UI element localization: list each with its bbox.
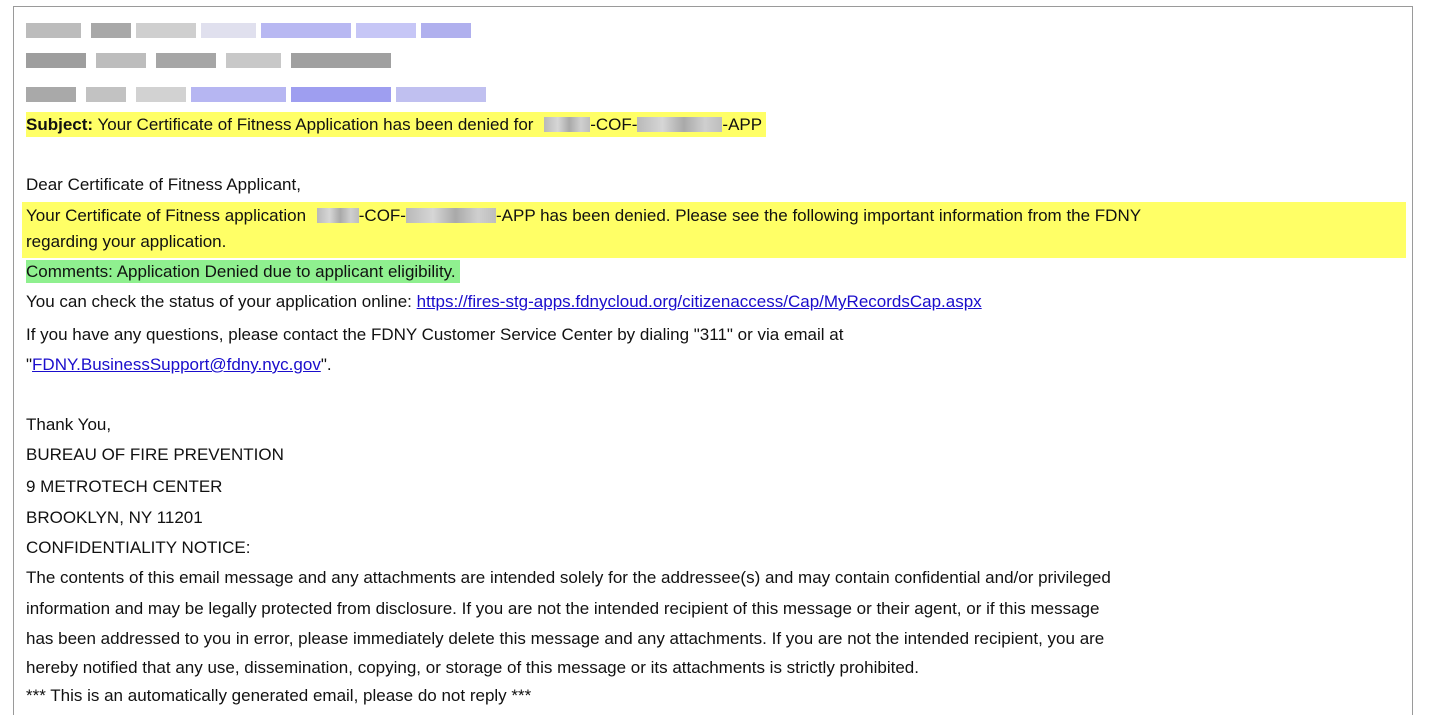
questions-line: If you have any questions, please contac…	[26, 325, 844, 344]
comments-line: Comments: Application Denied due to appl…	[26, 260, 460, 284]
address-line-2: BROOKLYN, NY 11201	[26, 508, 203, 527]
redacted-code	[637, 117, 723, 132]
subject-text: Your Certificate of Fitness Application …	[97, 115, 534, 134]
redacted-code	[316, 208, 359, 223]
bureau-name: BUREAU OF FIRE PREVENTION	[26, 445, 284, 464]
confidentiality-line: information and may be legally protected…	[26, 599, 1100, 618]
email-line: "FDNY.BusinessSupport@fdny.nyc.gov".	[26, 355, 332, 374]
subject-cof: -COF-	[590, 115, 638, 134]
address-line-1: 9 METROTECH CENTER	[26, 477, 223, 496]
confidentiality-line: The contents of this email message and a…	[26, 568, 1111, 587]
confidentiality-line: has been addressed to you in error, plea…	[26, 629, 1105, 648]
subject-line: Subject: Your Certificate of Fitness App…	[26, 112, 767, 137]
status-link[interactable]: https://fires-stg-apps.fdnycloud.org/cit…	[417, 292, 982, 311]
redacted-code	[405, 208, 496, 223]
redacted-from-line	[26, 23, 476, 38]
greeting: Dear Certificate of Fitness Applicant,	[26, 175, 301, 194]
redacted-sent-line	[26, 53, 396, 68]
denial-line-2: regarding your application.	[26, 232, 227, 251]
redacted-code	[544, 117, 591, 132]
auto-generated-notice: *** This is an automatically generated e…	[26, 686, 532, 705]
support-email-link[interactable]: FDNY.BusinessSupport@fdny.nyc.gov	[32, 355, 321, 374]
confidentiality-line: hereby notified that any use, disseminat…	[26, 658, 919, 677]
confidentiality-heading: CONFIDENTIALITY NOTICE:	[26, 538, 251, 557]
thanks: Thank You,	[26, 415, 112, 434]
redacted-to-line	[26, 87, 491, 102]
status-line: You can check the status of your applica…	[26, 292, 982, 311]
subject-app: -APP	[722, 115, 763, 134]
denial-line-1: Your Certificate of Fitness application …	[26, 206, 1142, 225]
subject-label: Subject:	[26, 115, 94, 134]
